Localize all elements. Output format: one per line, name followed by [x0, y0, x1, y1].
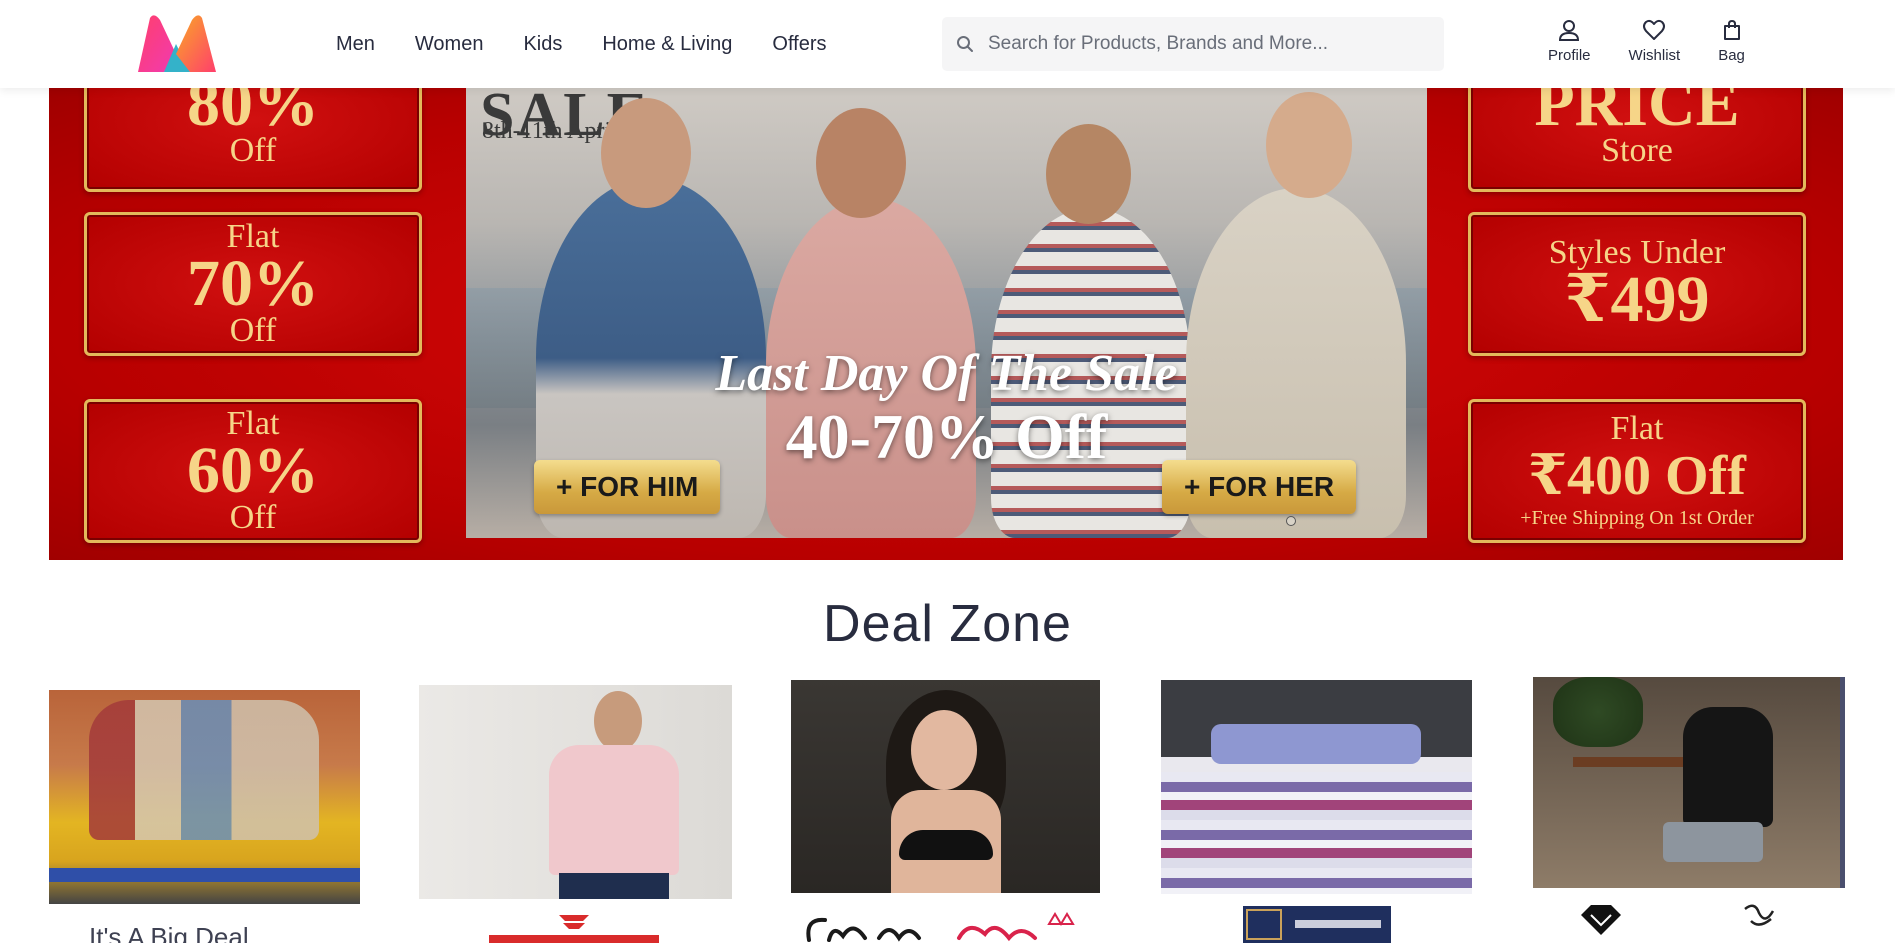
deal-zone-title: Deal Zone — [823, 595, 1072, 653]
offer-value: 70% — [187, 247, 319, 320]
deal-card-polo[interactable] — [419, 685, 732, 943]
bag-label: Bag — [1718, 47, 1745, 64]
offer-top-text: Flat — [1610, 410, 1664, 447]
wishlist-button[interactable]: Wishlist — [1628, 18, 1681, 64]
offer-flat-60-off[interactable]: Flat 60% Off — [84, 399, 422, 543]
nav-offers[interactable]: Offers — [772, 33, 826, 56]
model-group — [89, 700, 319, 840]
bag-button[interactable]: Bag — [1718, 18, 1745, 64]
model-head — [601, 98, 691, 208]
deal-card-image — [419, 685, 732, 899]
sale-banner[interactable]: 80% Off Flat 70% Off Flat 60% Off SALE 8… — [49, 88, 1843, 560]
brand-logo-diamond — [1537, 897, 1837, 943]
offer-bottom-text: Off — [229, 499, 277, 536]
for-her-button[interactable]: + FOR HER — [1162, 460, 1357, 514]
deal-card-lingerie[interactable] — [791, 680, 1100, 943]
search-input[interactable] — [988, 17, 1444, 71]
offer-value: 60% — [187, 434, 319, 507]
main-nav: Men Women Kids Home & Living Offers — [336, 0, 827, 88]
pink-polo — [549, 745, 679, 875]
heart-icon — [1643, 19, 1666, 40]
plant — [1553, 677, 1643, 747]
user-icon — [1559, 20, 1580, 41]
nav-home-living[interactable]: Home & Living — [602, 33, 732, 56]
navy-trousers — [559, 873, 669, 899]
carousel-dot[interactable] — [1286, 516, 1296, 526]
offer-flat-70-off[interactable]: Flat 70% Off — [84, 212, 422, 356]
model-head — [594, 691, 642, 751]
sale-date: 8th-11th April — [482, 118, 618, 144]
myntra-logo[interactable] — [136, 14, 218, 74]
search-bar — [942, 17, 1444, 71]
offer-price-store[interactable]: PRICE Store — [1468, 88, 1806, 192]
nav-women[interactable]: Women — [415, 33, 484, 56]
offer-value: ₹499 — [1564, 263, 1710, 336]
nav-kids[interactable]: Kids — [523, 33, 562, 56]
brand-logo-script — [799, 910, 1099, 943]
for-him-button[interactable]: + FOR HIM — [534, 460, 721, 514]
offer-bottom-text: Off — [229, 312, 277, 349]
pillows — [1211, 724, 1421, 764]
search-icon[interactable] — [942, 17, 988, 71]
black-bra — [899, 830, 993, 860]
offer-value: PRICE — [1534, 88, 1740, 140]
profile-label: Profile — [1548, 47, 1591, 64]
deal-card-image — [49, 690, 360, 904]
top-header: Men Women Kids Home & Living Offers Prof… — [0, 0, 1895, 88]
nav-men[interactable]: Men — [336, 33, 375, 56]
deal-card-image — [791, 680, 1100, 893]
offer-flat-400-off[interactable]: Flat ₹400 Off +Free Shipping On 1st Orde… — [1468, 399, 1806, 543]
taxi-stripe — [49, 868, 360, 882]
model-figure — [1683, 707, 1773, 827]
sale-headline: Last Day Of The Sale — [715, 345, 1178, 402]
brand-logo-red — [489, 911, 659, 943]
striped-duvet — [1161, 772, 1472, 894]
deal-card-bedding[interactable] — [1161, 680, 1472, 943]
offer-bottom-text: +Free Shipping On 1st Order — [1520, 507, 1754, 529]
offer-styles-under-499[interactable]: Styles Under ₹499 — [1468, 212, 1806, 356]
offer-value: ₹400 Off — [1528, 445, 1746, 507]
profile-button[interactable]: Profile — [1548, 18, 1591, 64]
model-trousers — [1663, 822, 1763, 862]
deal-card-label: It's A Big Deal — [89, 922, 249, 943]
offer-bottom-text: Store — [1601, 132, 1673, 169]
offer-bottom-text: Off — [229, 132, 277, 169]
model-face — [911, 710, 977, 790]
brand-logo-romee — [1243, 906, 1391, 943]
deal-card-mens-casual[interactable] — [1533, 677, 1845, 943]
deal-card-big-deal[interactable]: It's A Big Deal — [49, 690, 360, 943]
bag-icon — [1723, 19, 1740, 40]
offer-value: 80% — [187, 88, 319, 140]
model-head — [1046, 124, 1131, 224]
deal-card-image — [1533, 677, 1845, 888]
hero-photo[interactable]: SALE 8th-11th April Last Day Of The Sale… — [466, 88, 1427, 538]
header-actions: Profile Wishlist Bag — [1548, 18, 1783, 64]
wishlist-label: Wishlist — [1628, 47, 1681, 64]
deal-card-image — [1161, 680, 1472, 894]
offer-80-off[interactable]: 80% Off — [84, 88, 422, 192]
model-head — [816, 108, 906, 218]
model-head — [1266, 92, 1352, 198]
